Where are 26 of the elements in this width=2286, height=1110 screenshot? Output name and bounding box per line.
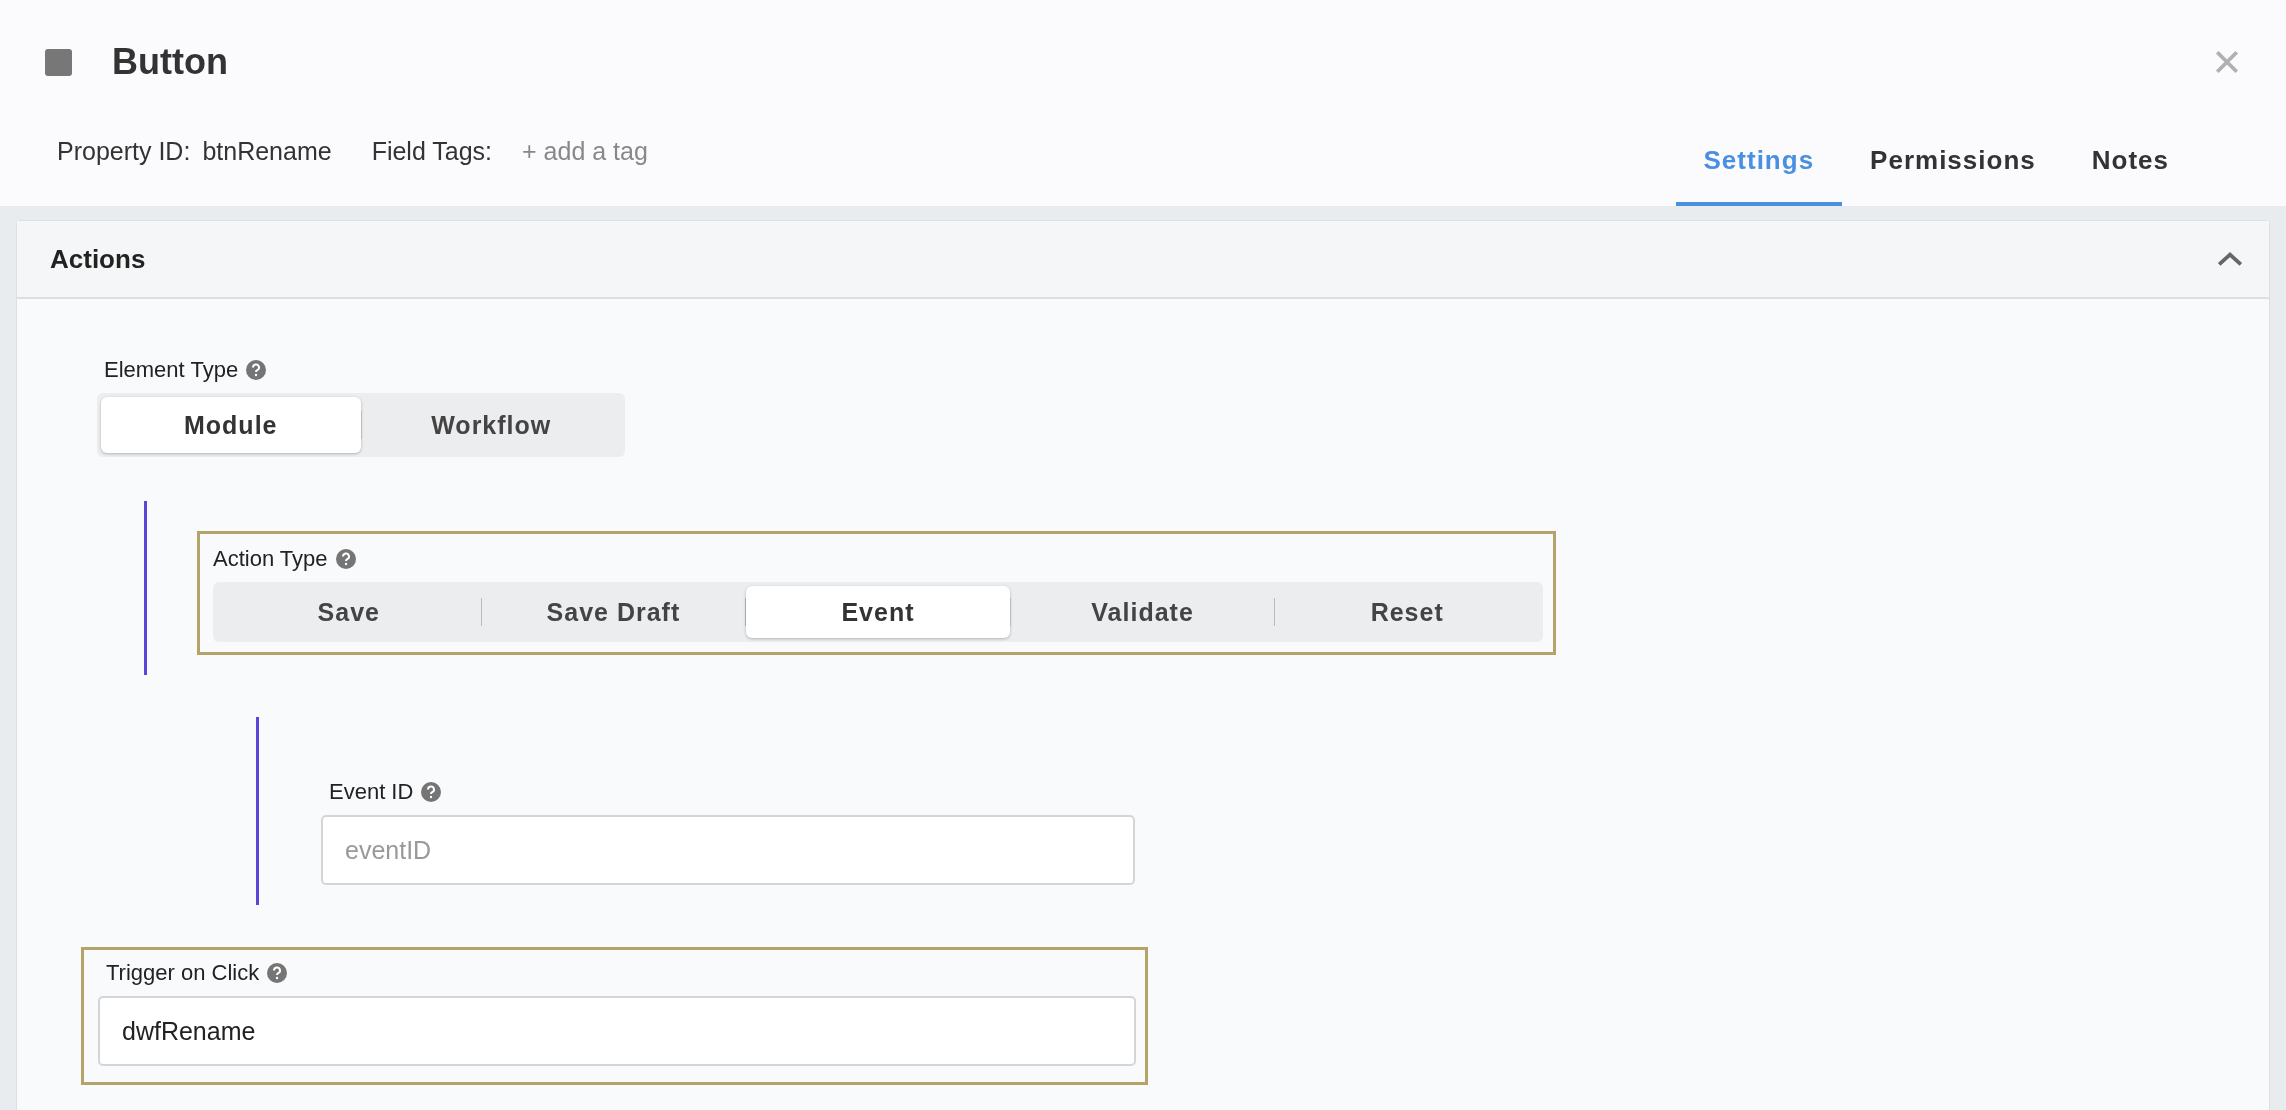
help-icon[interactable] [267, 963, 288, 983]
dialog-title: Button [112, 41, 228, 83]
trigger-on-click-field[interactable]: dwfRename [98, 996, 1136, 1066]
panel-title: Actions [50, 243, 146, 275]
help-icon[interactable] [335, 549, 356, 569]
field-label: Element Type [104, 357, 239, 383]
field-label: Action Type [213, 546, 328, 572]
tab[interactable]: Permissions [1842, 129, 2064, 206]
event-id-field[interactable]: eventID [321, 815, 1135, 885]
segment-option[interactable]: Module [101, 397, 361, 453]
segment-option[interactable]: Save [217, 586, 481, 638]
help-icon[interactable] [246, 360, 267, 380]
field-label: Event ID [329, 779, 414, 805]
segment-option[interactable]: Save Draft [481, 586, 746, 638]
property-id-value: btnRename [202, 137, 332, 166]
property-id-label: Property ID: [57, 137, 191, 166]
tab[interactable]: Notes [2063, 129, 2197, 206]
field-tags-label: Field Tags: [371, 137, 493, 166]
segment-option[interactable]: Event [746, 586, 1010, 638]
help-icon[interactable] [421, 782, 442, 802]
chevron-up-icon[interactable] [2217, 251, 2243, 267]
segment-option[interactable]: Reset [1275, 586, 1539, 638]
segment-option[interactable]: Workflow [361, 397, 621, 453]
field-label: Trigger on Click [106, 960, 260, 986]
segment-option[interactable]: Validate [1010, 586, 1275, 638]
square-icon [45, 48, 72, 76]
